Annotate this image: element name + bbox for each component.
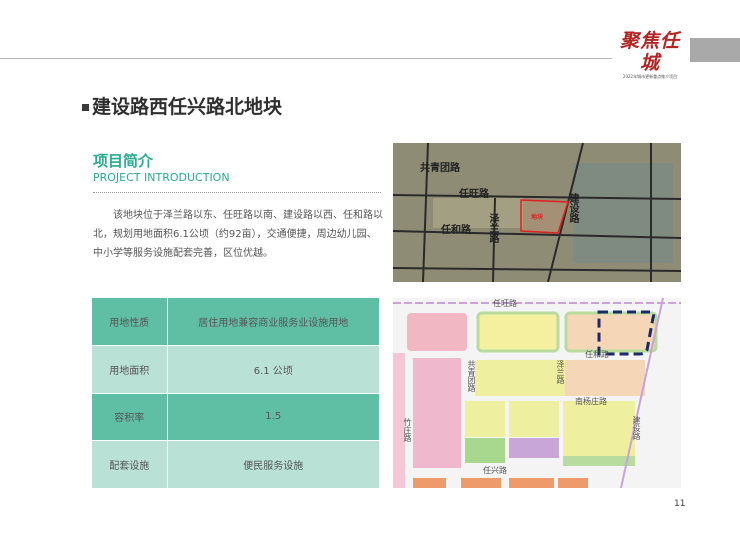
- row-value: 居住用地兼容商业服务业设施用地: [167, 298, 380, 346]
- road-label: 任旺路: [493, 299, 517, 308]
- row-value: 便民服务设施: [167, 440, 380, 489]
- intro-text: 该地块位于泽兰路以东、任旺路以南、建设路以西、任和路以北，规划用地面积6.1公顷…: [93, 210, 383, 259]
- section-title: 项目简介: [93, 152, 154, 170]
- road-label: 共青团路: [420, 163, 460, 174]
- dotted-divider: [93, 192, 381, 193]
- table-row: 容积率 1.5: [92, 393, 380, 441]
- road-label: 任和路: [441, 225, 471, 236]
- header-gray-block: [690, 38, 740, 62]
- page-number: 11: [674, 499, 686, 509]
- table-row: 配套设施 便民服务设施: [92, 440, 380, 489]
- header-rule: [0, 58, 612, 59]
- row-value: 1.5: [167, 393, 380, 441]
- road-label: 任兴路: [483, 466, 507, 475]
- row-key: 容积率: [92, 393, 168, 441]
- project-info-table: 用地性质 居住用地兼容商业服务业设施用地 用地面积 6.1 公顷 容积率 1.5 配套…: [92, 298, 380, 489]
- road-label: 泽兰路: [487, 213, 498, 243]
- page-title: 建设路西任兴路北地块: [92, 96, 283, 118]
- row-key: 用地面积: [92, 345, 168, 394]
- title-bullet-icon: [82, 104, 89, 111]
- row-key: 配套设施: [92, 440, 168, 489]
- row-key: 用地性质: [92, 298, 168, 346]
- road-label: 南杨庄路: [575, 397, 607, 406]
- row-value: 6.1 公顷: [167, 345, 380, 394]
- road-label: 建设路: [567, 193, 578, 223]
- road-label: 任和路: [585, 350, 609, 359]
- plan-parcels: [393, 298, 681, 488]
- table-row: 用地面积 6.1 公顷: [92, 345, 380, 394]
- road-label: 建设路: [632, 416, 641, 440]
- land-use-plan-map: 任旺路 任和路 共青团路 泽兰路 南杨庄路 任兴路 建设路 竹庄路: [393, 298, 681, 488]
- section-subtitle: PROJECT INTRODUCTION: [93, 171, 230, 184]
- site-label: 地块: [531, 214, 544, 221]
- table-row: 用地性质 居住用地兼容商业服务业设施用地: [92, 298, 380, 346]
- aerial-map: 共青团路 任旺路 任和路 泽兰路 建设路 地块: [393, 143, 681, 282]
- road-label: 共青团路: [467, 360, 476, 392]
- logo: 聚焦任城 2022年城市更新重点推介项目: [619, 30, 680, 79]
- road-label: 泽兰路: [556, 360, 565, 384]
- road-label: 竹庄路: [403, 418, 412, 442]
- road-label: 任旺路: [459, 189, 489, 200]
